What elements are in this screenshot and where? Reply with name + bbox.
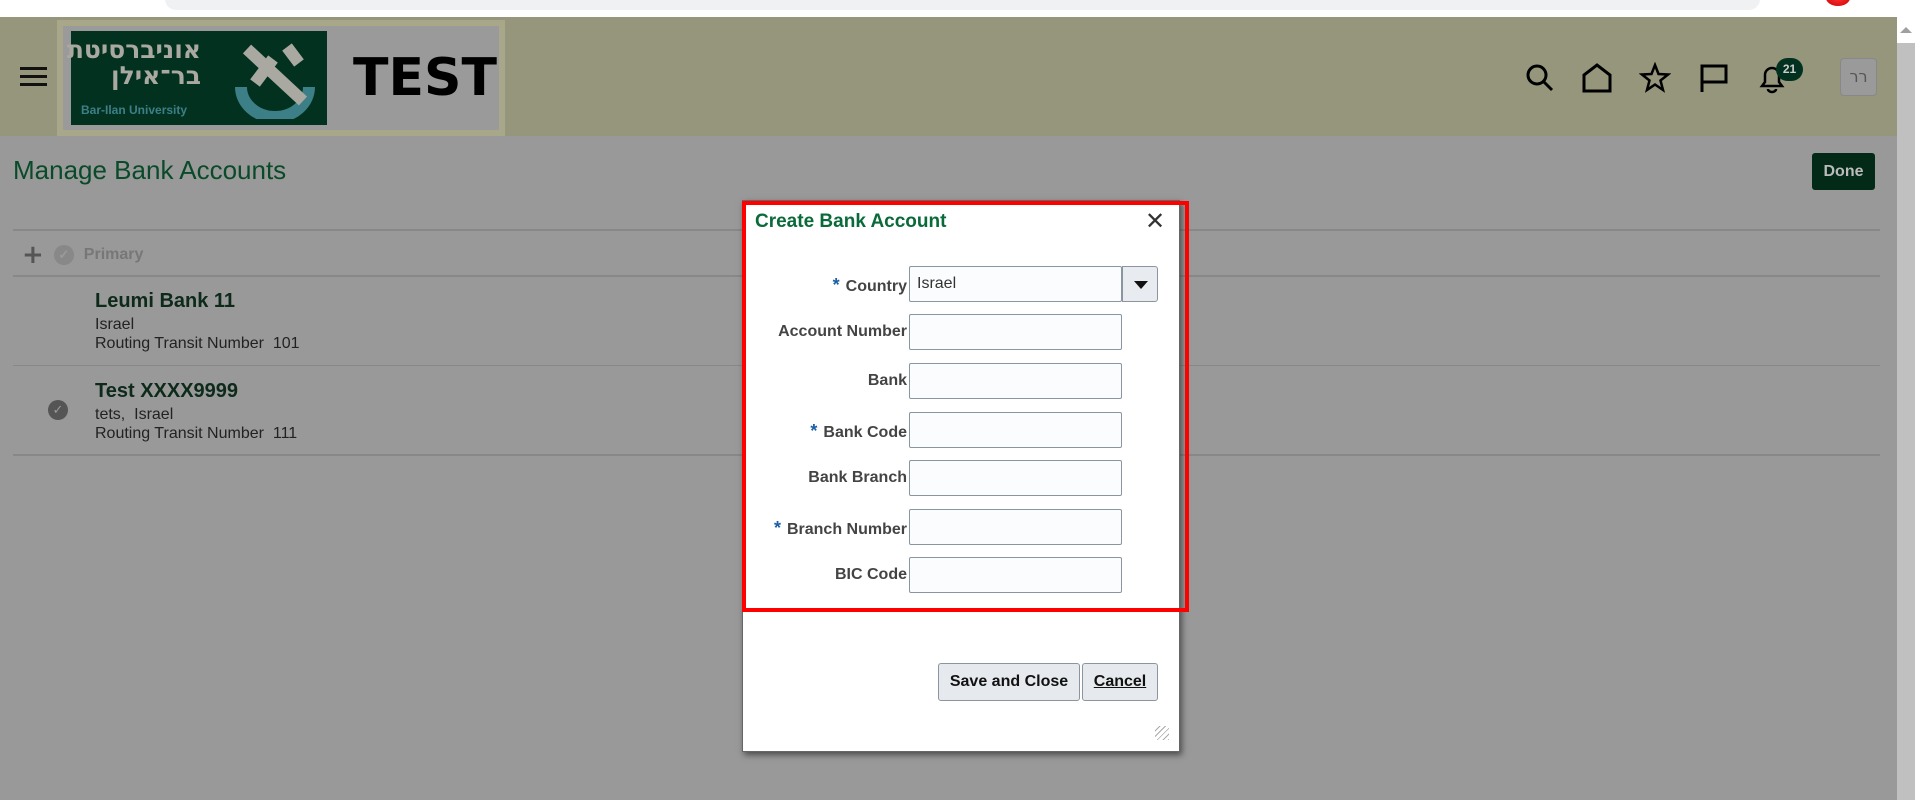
account-routing: Routing Transit Number 111 <box>95 425 298 442</box>
country-row: * Country <box>743 266 1181 302</box>
star-icon[interactable] <box>1639 62 1671 94</box>
bank-branch-label: Bank Branch <box>808 469 907 486</box>
bic-code-input[interactable] <box>909 557 1122 593</box>
resize-handle[interactable] <box>1155 726 1169 740</box>
required-icon: * <box>832 275 840 295</box>
chevron-down-icon[interactable] <box>1122 266 1158 302</box>
address-bar[interactable] <box>165 0 1760 10</box>
bank-code-input[interactable] <box>909 412 1122 448</box>
environment-label: TEST <box>353 48 497 108</box>
check-circle-icon[interactable]: ✓ <box>53 245 74 265</box>
scrollbar[interactable] <box>1897 17 1915 800</box>
required-icon: * <box>810 421 818 441</box>
country-label: Country <box>845 278 907 295</box>
search-icon[interactable] <box>1524 62 1556 94</box>
account-number-label: Account Number <box>778 323 907 340</box>
bank-input[interactable] <box>909 363 1122 399</box>
bank-row: Bank <box>743 363 1181 399</box>
app-header: אוניברסיטת בר־אילן Bar-Ilan University T… <box>0 17 1897 136</box>
flag-icon[interactable] <box>1698 62 1730 94</box>
logo[interactable]: אוניברסיטת בר־אילן Bar-Ilan University T… <box>57 20 505 136</box>
account-number-input[interactable] <box>909 314 1122 350</box>
menu-icon[interactable] <box>20 67 47 87</box>
bic-code-label: BIC Code <box>835 566 907 583</box>
account-country: tets, Israel <box>95 406 174 423</box>
profile-icon[interactable] <box>1826 0 1850 6</box>
branch-number-input[interactable] <box>909 509 1122 545</box>
notification-badge: 21 <box>1776 58 1803 81</box>
bank-branch-row: Bank Branch <box>743 460 1181 496</box>
page-title: Manage Bank Accounts <box>13 155 287 185</box>
primary-check-icon: ✓ <box>48 400 68 420</box>
bank-branch-input[interactable] <box>909 460 1122 496</box>
account-name[interactable]: Leumi Bank 11 <box>95 290 300 313</box>
close-icon[interactable]: ✕ <box>1145 207 1165 235</box>
done-button[interactable]: Done <box>1812 153 1875 190</box>
account-name[interactable]: Test XXXX9999 <box>95 380 297 403</box>
account-number-row: Account Number <box>743 314 1181 350</box>
avatar[interactable]: רר <box>1840 58 1877 96</box>
logo-emblem-icon <box>235 43 315 119</box>
list-item[interactable]: Test XXXX9999 tets, Israel Routing Trans… <box>95 380 297 443</box>
logo-english-text: Bar-Ilan University <box>81 103 188 117</box>
primary-button[interactable]: Primary <box>84 246 144 264</box>
toolbar: + ✓ Primary <box>22 240 143 270</box>
logo-hebrew-text: אוניברסיטת בר־אילן <box>66 35 201 90</box>
bank-label: Bank <box>867 372 907 389</box>
dialog-title: Create Bank Account <box>755 211 947 232</box>
account-routing: Routing Transit Number 101 <box>95 335 300 352</box>
required-icon: * <box>773 518 781 538</box>
create-bank-account-dialog: Create Bank Account ✕ * Country Account N… <box>742 200 1180 752</box>
bank-code-row: * Bank Code <box>743 412 1181 448</box>
branch-number-label: Branch Number <box>786 521 907 538</box>
cancel-button[interactable]: Cancel <box>1082 663 1158 701</box>
branch-number-row: * Branch Number <box>743 509 1181 545</box>
add-icon[interactable]: + <box>22 242 44 268</box>
bic-code-row: BIC Code <box>743 557 1181 593</box>
save-and-close-button[interactable]: Save and Close <box>938 663 1080 701</box>
home-icon[interactable] <box>1581 62 1613 94</box>
browser-bar <box>0 0 1915 17</box>
scroll-up-icon[interactable] <box>1897 17 1915 43</box>
account-country: Israel <box>95 316 135 333</box>
country-select[interactable] <box>909 266 1122 302</box>
bank-code-label: Bank Code <box>823 424 907 441</box>
list-item[interactable]: Leumi Bank 11 Israel Routing Transit Num… <box>95 290 300 353</box>
